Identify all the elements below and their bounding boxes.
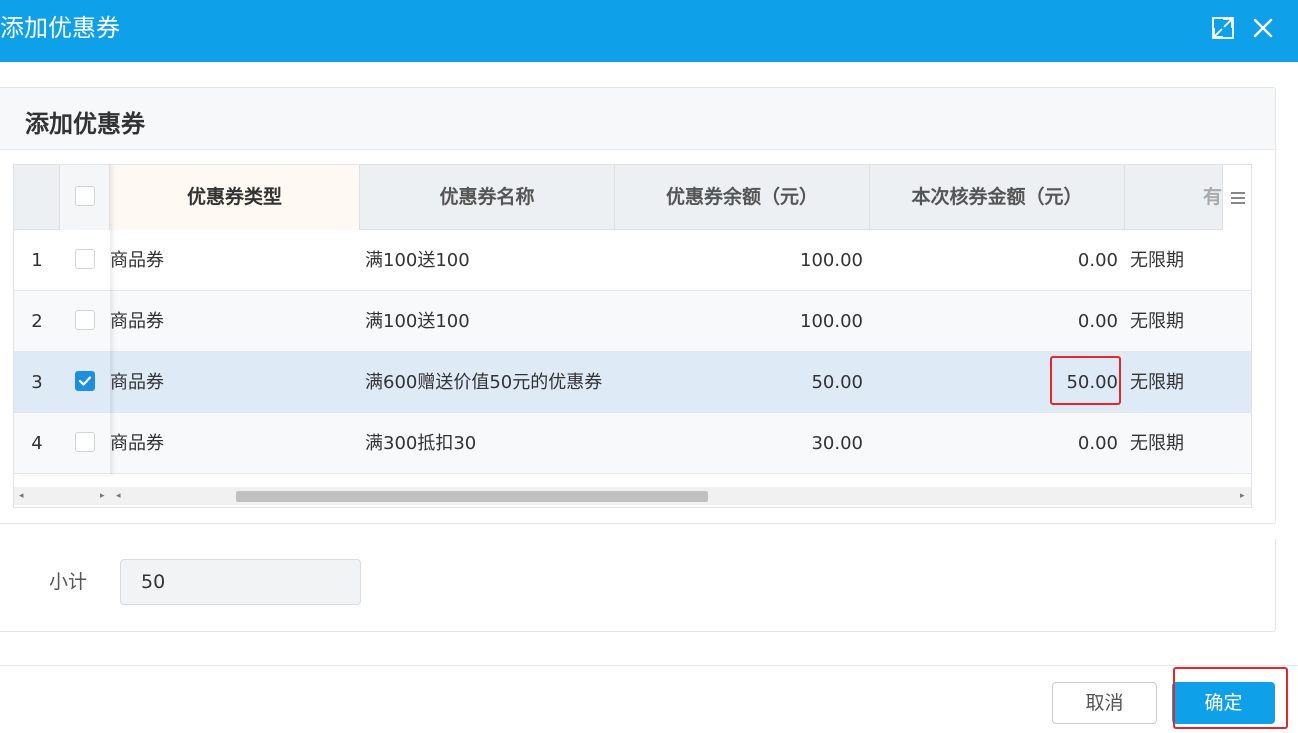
footer-divider: [0, 665, 1298, 666]
coupon-validity: 无限期: [1130, 372, 1184, 393]
dialog-title: 添加优惠券: [0, 14, 120, 42]
header-validity[interactable]: 有: [1125, 165, 1223, 230]
row-checkbox[interactable]: [75, 310, 95, 330]
coupon-balance: 50.00: [811, 372, 863, 393]
scroll-right-icon[interactable]: ▸: [100, 491, 105, 501]
subtotal-label: 小计: [49, 571, 88, 593]
coupon-type: 商品券: [110, 250, 164, 271]
select-all-checkbox[interactable]: [75, 186, 95, 206]
verify-amount[interactable]: 0.00: [870, 291, 1118, 352]
verify-amount[interactable]: 0.00: [870, 230, 1118, 291]
cancel-button[interactable]: 取消: [1052, 682, 1157, 724]
row-checkbox-checked[interactable]: [75, 371, 95, 391]
table-row[interactable]: 4 商品券 满300抵扣30 30.00 0.00 无限期: [14, 413, 1251, 474]
coupon-name: 满300抵扣30: [365, 433, 477, 454]
row-index: 1: [31, 250, 43, 271]
confirm-button[interactable]: 确定: [1172, 682, 1275, 724]
panel-header: 添加优惠券: [0, 88, 1275, 150]
header-index: [14, 165, 60, 230]
verify-amount[interactable]: 0.00: [870, 413, 1118, 474]
row-checkbox[interactable]: [75, 249, 95, 269]
check-icon: [78, 376, 92, 386]
close-icon[interactable]: [1249, 14, 1277, 42]
horizontal-scrollbar[interactable]: ◂ ▸ ◂ ▸: [14, 487, 1251, 505]
coupon-balance: 100.00: [800, 250, 863, 271]
header-coupon-balance[interactable]: 优惠券余额（元）: [615, 165, 870, 230]
row-checkbox[interactable]: [75, 432, 95, 452]
subtotal-field[interactable]: 50: [120, 559, 361, 605]
menu-icon[interactable]: [1228, 188, 1248, 208]
column-menu[interactable]: [1223, 165, 1251, 230]
header-coupon-name[interactable]: 优惠券名称: [360, 165, 615, 230]
coupon-grid: 优惠券类型 优惠券名称 优惠券余额（元） 本次核券金额（元） 有 1 商品券 满…: [13, 164, 1252, 508]
row-index: 4: [31, 433, 43, 454]
coupon-balance: 100.00: [800, 311, 863, 332]
maximize-icon[interactable]: [1209, 14, 1237, 42]
coupon-validity: 无限期: [1130, 250, 1184, 271]
coupon-name: 满100送100: [365, 250, 470, 271]
table-row[interactable]: 2 商品券 满100送100 100.00 0.00 无限期: [14, 291, 1251, 352]
coupon-balance: 30.00: [811, 433, 863, 454]
grid-header: 优惠券类型 优惠券名称 优惠券余额（元） 本次核券金额（元） 有: [14, 165, 1251, 230]
scroll-left-icon[interactable]: ◂: [116, 491, 121, 501]
coupon-validity: 无限期: [1130, 311, 1184, 332]
dialog-titlebar: 添加优惠券: [0, 0, 1298, 62]
row-index: 3: [31, 372, 43, 393]
coupon-name: 满600赠送价值50元的优惠券: [365, 372, 603, 393]
table-row[interactable]: 3 商品券 满600赠送价值50元的优惠券 50.00 50.00 无限期: [14, 352, 1251, 413]
row-index: 2: [31, 311, 43, 332]
header-coupon-type[interactable]: 优惠券类型: [110, 165, 360, 230]
coupon-name: 满100送100: [365, 311, 470, 332]
coupon-type: 商品券: [110, 311, 164, 332]
scroll-left-icon[interactable]: ◂: [19, 491, 24, 501]
header-verify-amount[interactable]: 本次核券金额（元）: [870, 165, 1125, 230]
coupon-validity: 无限期: [1130, 433, 1184, 454]
panel-title: 添加优惠券: [25, 110, 145, 138]
coupon-type: 商品券: [110, 433, 164, 454]
header-select-all[interactable]: [60, 165, 110, 230]
verify-amount[interactable]: 50.00: [870, 352, 1118, 413]
coupon-type: 商品券: [110, 372, 164, 393]
table-row[interactable]: 1 商品券 满100送100 100.00 0.00 无限期: [14, 230, 1251, 291]
scroll-right-icon[interactable]: ▸: [1240, 491, 1245, 501]
scrollbar-thumb[interactable]: [236, 491, 708, 502]
